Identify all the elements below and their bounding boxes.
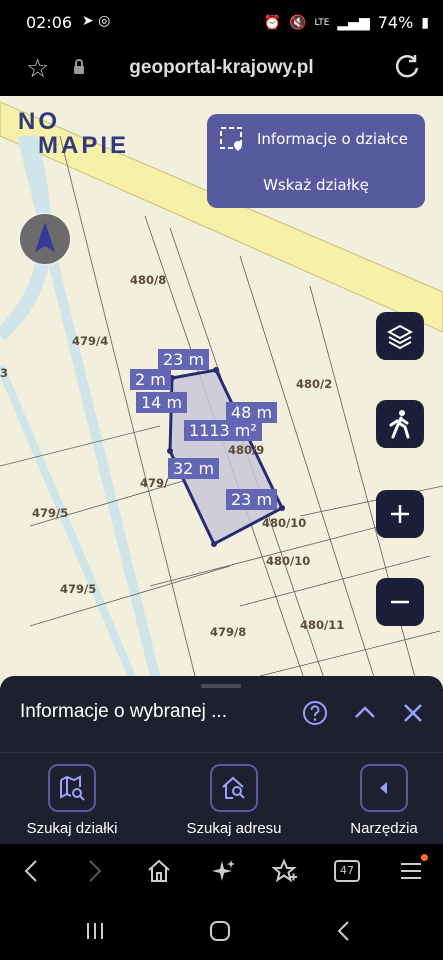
- reload-icon[interactable]: [393, 52, 421, 80]
- parcel-label: 479/5: [32, 506, 69, 520]
- logo-line2: MAPIE: [38, 132, 130, 159]
- help-icon[interactable]: [302, 700, 328, 726]
- tabs-button[interactable]: 47: [334, 860, 360, 882]
- compass-button[interactable]: [20, 214, 70, 264]
- parcel-label: 480/10: [266, 554, 311, 568]
- parcel-info-title: Informacje o działce: [257, 130, 408, 148]
- search-parcel-button[interactable]: Szukaj działki: [14, 764, 130, 837]
- mute-icon: 🔇: [289, 14, 307, 31]
- back-icon[interactable]: [20, 858, 42, 884]
- panel-drag-handle[interactable]: [201, 684, 241, 688]
- add-bookmark-icon[interactable]: [272, 858, 298, 884]
- search-address-label: Szukaj adresu: [186, 820, 282, 837]
- zoom-in-button[interactable]: [376, 490, 424, 538]
- parcel-select-icon: [220, 127, 242, 151]
- system-nav-bar: [0, 900, 443, 960]
- notification-dot: [421, 854, 428, 861]
- parcel-info-box: Informacje o działce Wskaż działkę: [207, 114, 425, 208]
- tools-label: Narzędzia: [350, 820, 418, 837]
- home-search-icon: [210, 764, 258, 812]
- parcel-label: 479/4: [72, 334, 109, 348]
- parcel-info-title-row[interactable]: Informacje o działce: [219, 126, 408, 152]
- parcel-label: 480/2: [296, 377, 333, 391]
- close-icon[interactable]: [400, 700, 426, 726]
- zoom-out-button[interactable]: [376, 578, 424, 626]
- plus-icon: [391, 505, 409, 523]
- logo-line1: NO: [18, 108, 60, 135]
- search-address-button[interactable]: Szukaj adresu: [176, 764, 292, 837]
- recent-apps-icon[interactable]: [84, 920, 106, 942]
- signal-icon: ▂▄▆: [337, 14, 370, 31]
- parcel-label: 480/10: [262, 516, 307, 530]
- home-nav-icon[interactable]: [208, 920, 232, 942]
- navigation-arrow-icon: [35, 222, 55, 252]
- browser-address-bar: ☆ geoportal-krajowy.pl: [0, 44, 443, 96]
- select-parcel-button[interactable]: Wskaż działkę: [207, 176, 425, 194]
- parcel-label: 479/5: [60, 582, 97, 596]
- back-nav-icon[interactable]: [334, 920, 354, 942]
- measurement-label: 23 m: [158, 349, 210, 370]
- minus-icon: [391, 600, 409, 604]
- status-time: 02:06: [26, 13, 73, 32]
- alarm-icon: ⏰: [263, 14, 281, 31]
- measurement-label: 14 m: [136, 392, 188, 413]
- map-search-icon: [48, 764, 96, 812]
- phone-screen: 02:06 ➤ ◎ ⏰ 🔇 LTE ▂▄▆ 74% ▮ ☆ geoportal-…: [0, 0, 443, 960]
- sparkle-icon[interactable]: [210, 858, 236, 884]
- status-right: ⏰ 🔇 LTE ▂▄▆ 74% ▮: [264, 13, 429, 32]
- chevron-up-icon[interactable]: [352, 700, 378, 726]
- notification-icons: ➤ ◎: [82, 13, 111, 29]
- measurement-label: 2 m: [130, 369, 171, 390]
- parcel-label: 480/8: [130, 273, 167, 287]
- info-panel: Informacje o wybranej ... Szukaj działki…: [0, 676, 443, 844]
- browser-toolbar: 47: [0, 844, 443, 900]
- parcel-label: 479/8: [210, 625, 247, 639]
- parcel-label: 480/11: [300, 618, 345, 632]
- tab-count: 47: [340, 864, 354, 877]
- search-parcel-label: Szukaj działki: [26, 820, 118, 837]
- street-view-button[interactable]: [376, 400, 424, 448]
- tools-button[interactable]: Narzędzia: [334, 764, 434, 837]
- home-icon[interactable]: [146, 858, 172, 884]
- parcel-label: 479/: [140, 476, 169, 490]
- status-bar: 02:06 ➤ ◎ ⏰ 🔇 LTE ▂▄▆ 74% ▮: [0, 0, 443, 44]
- nomapie-logo[interactable]: NO MAPIE: [18, 110, 129, 158]
- panel-title: Informacje o wybranej ...: [20, 701, 227, 722]
- parcel-label: 480/9: [228, 443, 265, 457]
- menu-icon[interactable]: [398, 858, 424, 884]
- chevron-left-icon: [360, 764, 408, 812]
- lte-icon: LTE: [314, 17, 330, 28]
- forward-icon[interactable]: [84, 858, 106, 884]
- layers-button[interactable]: [376, 312, 424, 360]
- battery-level: 74%: [377, 13, 414, 32]
- area-label: 1113 m²: [184, 420, 262, 441]
- map-view[interactable]: NO MAPIE Informacje o działce Wskaż dzia…: [0, 96, 443, 696]
- pedestrian-icon: [389, 410, 410, 439]
- panel-divider: [0, 752, 443, 753]
- layers-icon: [387, 324, 413, 349]
- url-text[interactable]: geoportal-krajowy.pl: [0, 57, 443, 79]
- measurement-label: 32 m: [168, 458, 220, 479]
- parcel-label: 3: [0, 366, 9, 380]
- battery-icon: ▮: [421, 14, 429, 31]
- measurement-label: 23 m: [226, 489, 278, 510]
